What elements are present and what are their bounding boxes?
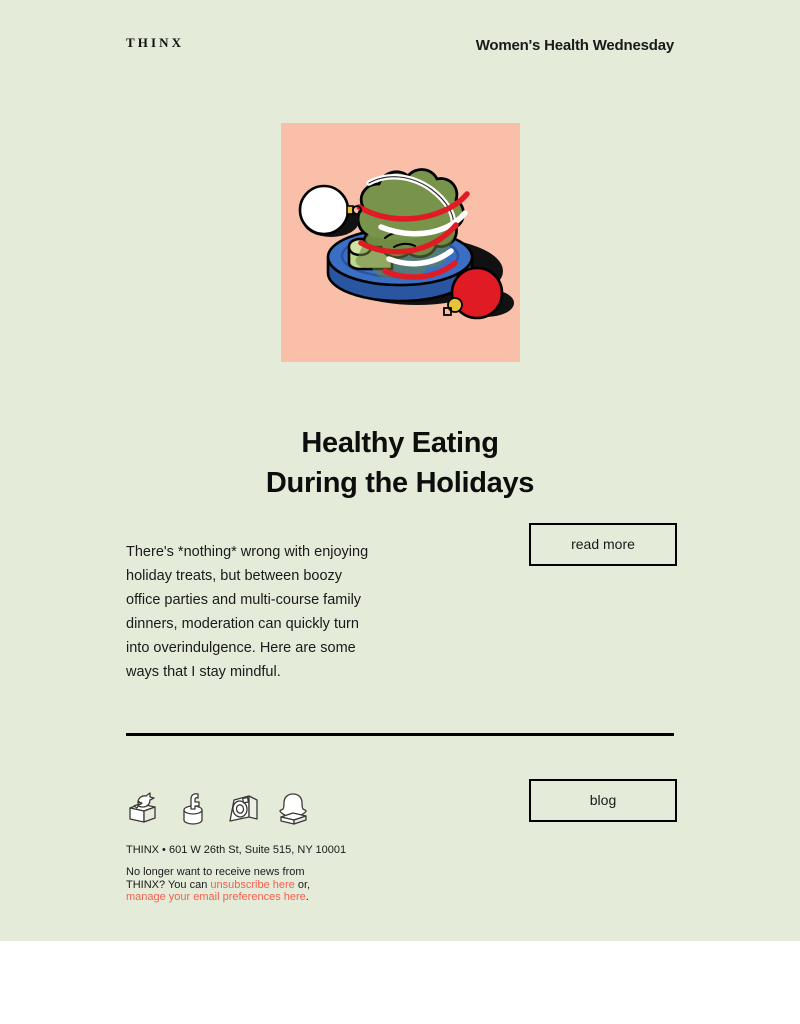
unsub-text-middle: or, <box>294 878 311 891</box>
section-divider <box>126 733 674 736</box>
manage-preferences-link[interactable]: manage your email preferences here <box>126 891 306 903</box>
article-headline: Healthy Eating During the Holidays <box>0 423 800 503</box>
article-body-text: There's *nothing* wrong with enjoying ho… <box>126 543 369 680</box>
twitter-cube-front <box>129 807 145 823</box>
facebook-icon[interactable] <box>175 786 211 826</box>
headline-line-2: During the Holidays <box>265 467 535 500</box>
blog-button[interactable]: blog <box>529 779 677 822</box>
email-header: THINX Women's Health Wednesday <box>126 0 674 92</box>
read-more-button[interactable]: read more <box>529 523 677 566</box>
footer-unsubscribe-text: No longer want to receive news from THIN… <box>126 866 344 904</box>
instagram-lens-inner <box>235 804 245 814</box>
footer-address: THINX • 601 W 26th St, Suite 515, NY 100… <box>126 844 347 856</box>
unsubscribe-link[interactable]: unsubscribe here <box>210 879 294 891</box>
hero-illustration[interactable] <box>281 123 520 362</box>
email-newsletter-body: THINX Women's Health Wednesday Healthy E… <box>0 0 800 941</box>
headline-line-1: Healthy Eating <box>301 427 499 460</box>
brand-logo-thinx[interactable]: THINX <box>126 36 184 49</box>
ornament-white-ball <box>298 184 350 236</box>
header-tagline: Women's Health Wednesday <box>475 37 674 54</box>
twitter-icon[interactable] <box>125 786 161 826</box>
twitter-bird <box>136 792 155 808</box>
snapchat-icon[interactable] <box>275 786 311 826</box>
instagram-icon[interactable] <box>225 786 261 826</box>
instagram-flash <box>242 796 249 804</box>
social-icon-row <box>125 786 311 826</box>
unsub-text-after: . <box>305 891 309 903</box>
instagram-card-right <box>248 795 258 820</box>
